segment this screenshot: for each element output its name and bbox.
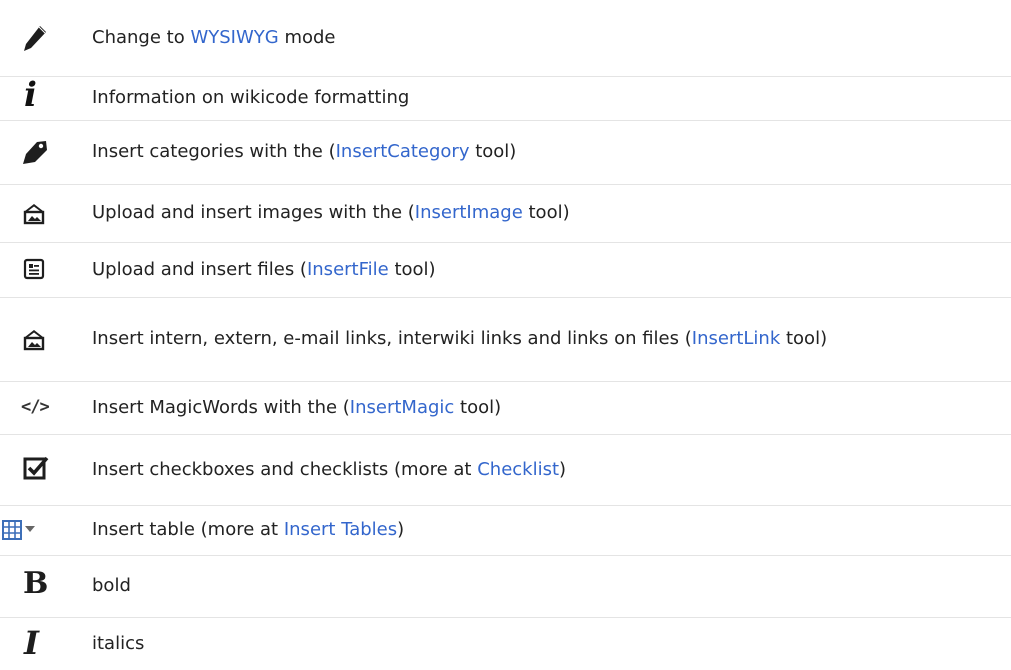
description-cell: Insert checkboxes and checklists (more a… bbox=[92, 434, 1007, 505]
table-row: I italics bbox=[0, 617, 1011, 670]
icon-cell bbox=[0, 120, 86, 184]
row-text: tool) bbox=[388, 258, 436, 280]
row-text: mode bbox=[278, 27, 336, 48]
row-text: ) bbox=[397, 519, 405, 540]
table-row: Upload and insert images with the (Inser… bbox=[0, 184, 1011, 243]
insertcategory-link[interactable]: InsertCategory bbox=[336, 141, 470, 162]
icon-cell bbox=[0, 242, 86, 297]
table-row: Insert checkboxes and checklists (more a… bbox=[0, 434, 1011, 506]
description-cell: Insert MagicWords with the (InsertMagic … bbox=[92, 381, 1007, 434]
row-text: tool) bbox=[469, 141, 517, 162]
row-text: ) bbox=[559, 458, 567, 480]
description-cell: Insert categories with the (InsertCatego… bbox=[92, 120, 1007, 184]
icon-cell bbox=[0, 434, 86, 505]
table-row: Insert categories with the (InsertCatego… bbox=[0, 120, 1011, 185]
link-icon bbox=[23, 330, 45, 351]
table-row: Insert intern, extern, e-mail links, int… bbox=[0, 297, 1011, 382]
image-upload-icon bbox=[23, 204, 45, 225]
icon-cell: B bbox=[0, 555, 86, 617]
row-text: Upload and insert files ( bbox=[92, 258, 307, 280]
description-cell: Upload and insert files (InsertFile tool… bbox=[92, 242, 1007, 297]
checkbox-icon bbox=[23, 456, 49, 480]
icon-cell bbox=[0, 184, 86, 242]
icon-cell bbox=[0, 0, 86, 76]
description-cell: italics bbox=[92, 617, 1007, 670]
info-icon: i bbox=[24, 75, 37, 115]
row-text: Insert checkboxes and checklists (more a… bbox=[92, 458, 478, 480]
row-text: Insert categories with the ( bbox=[92, 141, 336, 162]
insertlink-link[interactable]: InsertLink bbox=[692, 328, 781, 349]
row-text: Information on wikicode formatting bbox=[92, 87, 410, 108]
table-row: i Information on wikicode formatting bbox=[0, 76, 1011, 121]
row-text: Insert intern, extern, e-mail links, int… bbox=[92, 328, 692, 349]
row-text: Upload and insert images with the ( bbox=[92, 202, 415, 223]
row-text: Insert MagicWords with the ( bbox=[92, 396, 350, 418]
insert-tables-link[interactable]: Insert Tables bbox=[284, 519, 397, 540]
table-row: Upload and insert files (InsertFile tool… bbox=[0, 242, 1011, 298]
description-cell: bold bbox=[92, 555, 1007, 617]
italic-icon: I bbox=[24, 624, 39, 662]
bold-icon: B bbox=[23, 566, 49, 601]
table-row: Insert table (more at Insert Tables) bbox=[0, 505, 1011, 556]
row-text: tool) bbox=[454, 396, 502, 418]
wysiwyg-link[interactable]: WYSIWYG bbox=[190, 27, 278, 48]
row-text: italics bbox=[92, 632, 145, 654]
description-cell: Insert table (more at Insert Tables) bbox=[92, 505, 1007, 555]
row-text: tool) bbox=[780, 328, 828, 349]
insertimage-link[interactable]: InsertImage bbox=[415, 202, 523, 223]
icon-cell[interactable] bbox=[0, 505, 86, 555]
row-text: Change to bbox=[92, 27, 191, 48]
icon-cell: i bbox=[0, 76, 86, 120]
icon-cell: I bbox=[0, 617, 86, 670]
icon-cell: </> bbox=[0, 381, 86, 434]
description-cell: Information on wikicode formatting bbox=[92, 76, 1007, 120]
description-cell: Change to WYSIWYG mode bbox=[92, 0, 1007, 76]
insertfile-link[interactable]: InsertFile bbox=[307, 259, 389, 280]
row-text: tool) bbox=[522, 202, 570, 223]
file-icon bbox=[23, 258, 45, 280]
dropdown-arrow-icon bbox=[25, 526, 35, 532]
table-row: </> Insert MagicWords with the (InsertMa… bbox=[0, 381, 1011, 435]
table-icon bbox=[2, 520, 22, 540]
pencil-icon bbox=[24, 26, 46, 51]
table-row: Change to WYSIWYG mode bbox=[0, 0, 1011, 77]
description-cell: Upload and insert images with the (Inser… bbox=[92, 184, 1007, 242]
icon-cell bbox=[0, 297, 86, 381]
description-cell: Insert intern, extern, e-mail links, int… bbox=[92, 297, 1007, 381]
code-icon: </> bbox=[21, 397, 50, 417]
row-text: bold bbox=[92, 575, 131, 596]
tag-icon bbox=[23, 141, 47, 164]
table-row: B bold bbox=[0, 555, 1011, 618]
insertmagic-link[interactable]: InsertMagic bbox=[350, 397, 455, 418]
toolbar-help-table: Change to WYSIWYG mode i Information on … bbox=[0, 0, 1011, 670]
checklist-link[interactable]: Checklist bbox=[477, 459, 559, 480]
row-text: Insert table (more at bbox=[92, 519, 284, 540]
